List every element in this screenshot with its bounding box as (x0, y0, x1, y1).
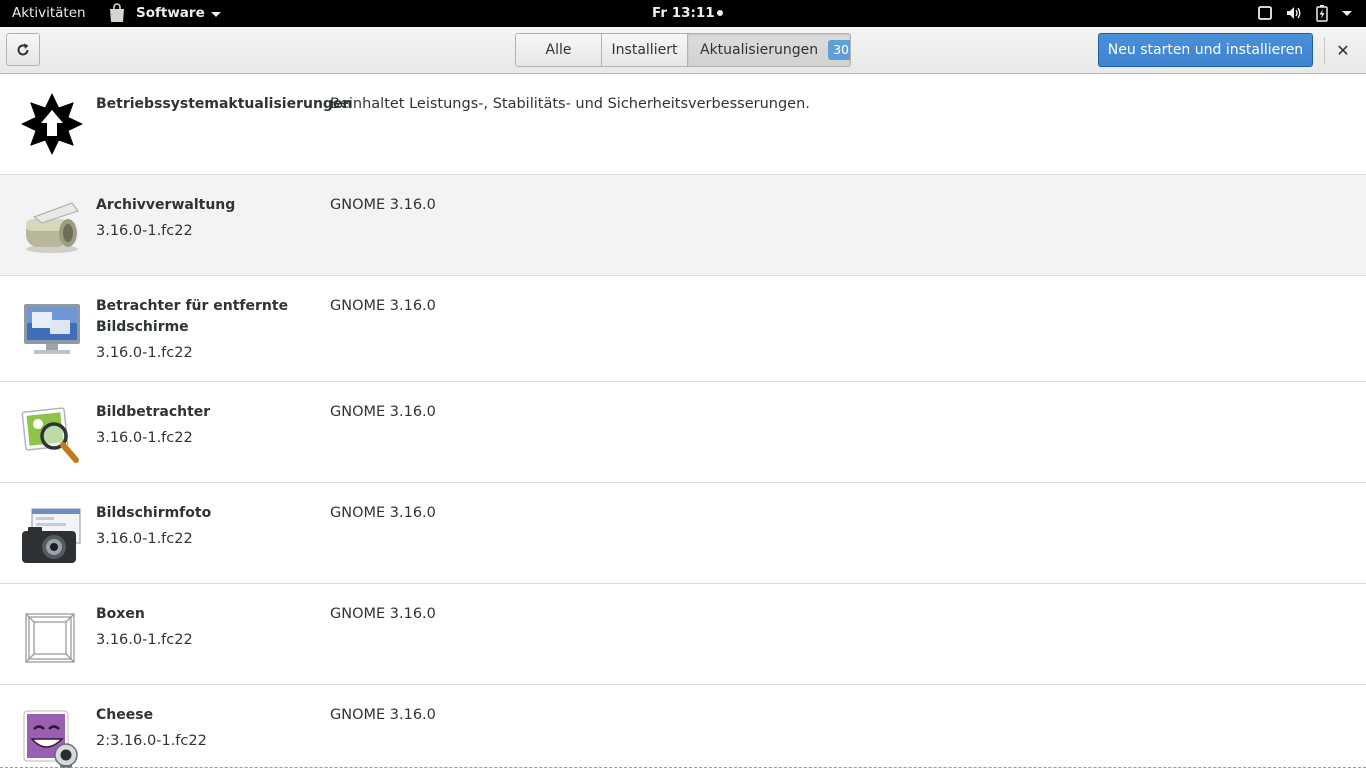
app-name: Software (136, 5, 205, 21)
view-switcher: Alle Installiert Aktualisierungen 30 (515, 33, 851, 67)
list-item[interactable]: Bildschirmfoto 3.16.0-1.fc22 GNOME 3.16.… (0, 483, 1366, 584)
refresh-icon (17, 43, 29, 55)
update-description: GNOME 3.16.0 (330, 404, 436, 420)
update-name: Betrachter für entfernte Bildschirme (96, 298, 289, 335)
update-description: GNOME 3.16.0 (330, 197, 436, 213)
app-menu[interactable]: Software (108, 2, 221, 24)
updates-list: Betriebssystemaktualisierungen Beinhalte… (0, 74, 1366, 768)
update-version: 3.16.0-1.fc22 (96, 345, 193, 361)
header-bar: Alle Installiert Aktualisierungen 30 Neu… (0, 27, 1366, 74)
update-description: GNOME 3.16.0 (330, 505, 436, 521)
list-item[interactable]: Betriebssystemaktualisierungen Beinhalte… (0, 74, 1366, 175)
chevron-down-icon (210, 11, 221, 17)
tab-updates-label: Aktualisierungen (700, 42, 819, 58)
battery-icon (1316, 4, 1328, 22)
system-menu-chevron-icon (1342, 10, 1352, 16)
update-version: 3.16.0-1.fc22 (96, 531, 193, 547)
update-name: Bildbetrachter (96, 404, 211, 420)
update-version: 3.16.0-1.fc22 (96, 223, 193, 239)
list-item[interactable]: Boxen 3.16.0-1.fc22 GNOME 3.16.0 (0, 584, 1366, 685)
tab-all-label: Alle (545, 42, 572, 58)
update-name: Archivverwaltung (96, 197, 236, 213)
update-description: GNOME 3.16.0 (330, 298, 436, 314)
update-version: 2:3.16.0-1.fc22 (96, 733, 207, 749)
close-icon[interactable]: ✕ (1330, 39, 1356, 61)
update-name: Betriebssystemaktualisierungen (96, 96, 353, 112)
list-item[interactable]: Cheese 2:3.16.0-1.fc22 GNOME 3.16.0 (0, 685, 1366, 768)
update-description: GNOME 3.16.0 (330, 707, 436, 723)
tab-installed[interactable]: Installiert (602, 34, 688, 66)
volume-icon (1287, 7, 1301, 19)
system-tray[interactable] (1258, 4, 1352, 22)
update-name: Boxen (96, 606, 145, 622)
archive-manager-icon (26, 202, 79, 253)
update-description: GNOME 3.16.0 (330, 606, 436, 622)
update-version: 3.16.0-1.fc22 (96, 430, 193, 446)
window-icon (1258, 6, 1272, 20)
cheese-icon (23, 710, 78, 768)
tab-all[interactable]: Alle (516, 34, 602, 66)
activities-button[interactable]: Aktivitäten (12, 5, 86, 21)
update-description: Beinhaltet Leistungs-, Stabilitäts- und … (330, 96, 810, 112)
software-bag-icon (110, 3, 124, 22)
update-version: 3.16.0-1.fc22 (96, 632, 193, 648)
top-bar: Aktivitäten Software Fr 13:11 (0, 0, 1366, 27)
tab-updates[interactable]: Aktualisierungen 30 (688, 34, 850, 66)
list-item[interactable]: Bildbetrachter 3.16.0-1.fc22 GNOME 3.16.… (0, 382, 1366, 483)
update-name: Bildschirmfoto (96, 505, 212, 521)
list-item[interactable]: Betrachter für entfernte Bildschirme 3.1… (0, 276, 1366, 382)
boxes-icon (25, 613, 75, 663)
image-viewer-icon (21, 407, 79, 463)
os-update-icon (21, 93, 83, 155)
updates-count-badge: 30 (828, 40, 850, 60)
remote-viewer-icon (24, 304, 80, 354)
update-name: Cheese (96, 707, 154, 723)
clock[interactable]: Fr 13:11 (652, 5, 715, 21)
tab-installed-label: Installiert (611, 42, 678, 58)
refresh-button[interactable] (6, 33, 40, 66)
header-separator (1324, 37, 1325, 64)
screenshot-icon (22, 508, 81, 563)
restart-and-install-button[interactable]: Neu starten und installieren (1098, 33, 1313, 67)
notification-dot-icon (717, 10, 723, 16)
list-item[interactable]: Archivverwaltung 3.16.0-1.fc22 GNOME 3.1… (0, 175, 1366, 276)
